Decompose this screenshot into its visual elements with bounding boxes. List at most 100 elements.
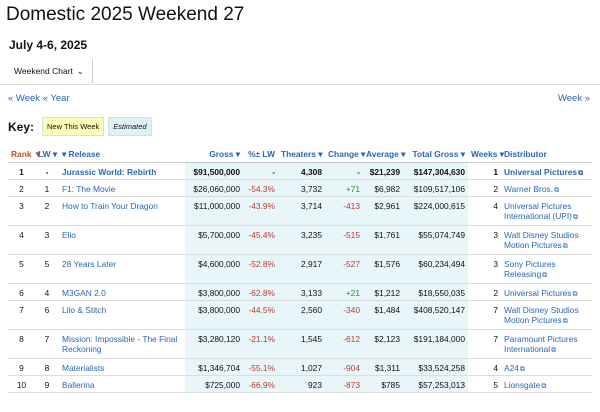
sort-icon: ▾ (460, 148, 465, 159)
release-link[interactable]: 28 Years Later (59, 255, 185, 284)
pct-lw-cell: -52.8% (243, 254, 278, 284)
external-link-icon: ⧉ (541, 383, 547, 390)
lw-cell: 3 (44, 230, 50, 240)
header-release[interactable]: ▾ Release (59, 145, 185, 163)
external-link-icon: ⧉ (551, 347, 557, 354)
distributor-link[interactable]: Warner Bros.⧉ (501, 180, 592, 197)
chevron-down-icon: ⌄ (76, 67, 84, 76)
lw-cell: 7 (44, 334, 50, 344)
table-row: 6 4 M3GAN 2.0 $3,800,000 -62.8% 3,133 +21 $1,21… (8, 283, 592, 301)
key-label: Key: (8, 119, 35, 134)
date-range: July 4-6, 2025 (9, 38, 88, 52)
distributor-link[interactable]: Universal Pictures⧉ (501, 284, 592, 301)
distributor-link[interactable]: Universal Pictures⧉ (501, 163, 592, 180)
release-link[interactable]: M3GAN 2.0 (59, 284, 185, 301)
total-gross-cell: $147,304,630 (403, 162, 468, 180)
pct-lw-cell: -62.8% (243, 283, 278, 301)
weeks-cell: 7 (493, 305, 498, 315)
header-change[interactable]: Change ▾ (325, 145, 366, 163)
distributor-name: Walt Disney Studios (504, 305, 579, 315)
header-total-gross[interactable]: Total Gross ▾ (403, 145, 468, 163)
table-row: 3 2 How to Train Your Dragon $11,000,000 -43… (8, 196, 592, 226)
average-cell: $21,239 (363, 162, 403, 180)
release-link[interactable]: How to Train Your Dragon (59, 197, 185, 226)
total-gross-cell: $60,234,494 (403, 254, 468, 284)
external-link-icon: ⧉ (554, 187, 560, 194)
gross-cell: $4,600,000 (185, 254, 243, 284)
distributor-name-cont: Motion Pictures (504, 315, 562, 325)
prev-year-link[interactable]: « Year (43, 93, 70, 104)
total-gross-cell: $408,520,147 (403, 300, 468, 330)
external-link-icon: ⧉ (578, 170, 584, 177)
table-row: 7 6 Lilo & Stitch $3,800,000 -44.5% 2,560 -340… (8, 300, 592, 330)
average-cell: $2,123 (363, 329, 403, 359)
lw-cell: 5 (44, 259, 50, 269)
distributor-link[interactable]: Walt Disney Studios Motion Pictures⧉ (501, 301, 592, 330)
weeks-cell: 4 (493, 201, 498, 211)
rank-cell: 6 (19, 288, 24, 298)
theaters-cell: 3,732 (278, 179, 325, 197)
header-rank[interactable]: Rank ▼ (8, 145, 42, 163)
weekend-chart-dropdown[interactable]: Weekend Chart ⌄ (3, 59, 93, 83)
table-row: 1- Jurassic World: Rebirth $91,500,000-4,3… (8, 162, 592, 180)
change-cell: +21 (325, 283, 363, 301)
external-link-icon: ⧉ (562, 243, 568, 250)
rank-cell: 9 (19, 363, 24, 373)
rank-cell: 7 (19, 305, 24, 315)
header-theaters[interactable]: Theaters ▾ (278, 145, 325, 163)
release-link[interactable]: F1: The Movie (59, 180, 185, 197)
table-header-row: Rank ▼ LW ▾ ▾ Release Gross ▾ %± LW Thea… (8, 145, 592, 163)
theaters-cell: 1,027 (278, 358, 325, 376)
external-link-icon: ⧉ (519, 366, 525, 373)
release-link[interactable]: Materialists (59, 359, 185, 376)
weekend-chart-label: Weekend Chart (14, 66, 73, 76)
sort-icon: ▾ (52, 148, 58, 159)
box-office-table: Rank ▼ LW ▾ ▾ Release Gross ▾ %± LW Thea… (8, 145, 592, 393)
theaters-cell: 2,560 (278, 300, 325, 330)
change-cell: - (325, 162, 363, 180)
average-cell: $6,982 (363, 179, 403, 197)
distributor-name-cont: International (UPI) (504, 211, 572, 221)
average-cell: $1,484 (363, 300, 403, 330)
lw-cell: 1 (44, 184, 50, 194)
sort-icon: ▾ (361, 148, 366, 159)
average-cell: $1,576 (363, 254, 403, 284)
distributor-link[interactable]: Walt Disney Studios Motion Pictures⧉ (501, 226, 592, 255)
header-distributor[interactable]: Distributor (501, 145, 592, 163)
distributor-name: Universal Pictures (504, 288, 572, 298)
distributor-link[interactable]: A24⧉ (501, 359, 592, 376)
next-week-link[interactable]: Week » (558, 93, 590, 104)
weeks-cell: 3 (493, 230, 498, 240)
release-link[interactable]: Jurassic World: Rebirth (59, 163, 185, 180)
header-lw[interactable]: LW ▾ (35, 145, 59, 163)
header-average[interactable]: Average ▾ (363, 145, 405, 163)
pct-lw-cell: - (243, 162, 278, 180)
release-link[interactable]: Lilo & Stitch (59, 301, 185, 330)
distributor-link[interactable]: Paramount Pictures International⧉ (501, 330, 592, 359)
gross-cell: $5,700,000 (185, 225, 243, 255)
release-link[interactable]: Elio (59, 226, 185, 255)
lw-cell: - (45, 167, 49, 177)
release-link[interactable]: Mission: Impossible - The Final Reckonin… (59, 330, 185, 359)
total-gross-cell: $18,550,035 (403, 283, 468, 301)
release-link[interactable]: Ballerina (59, 376, 185, 393)
prev-week-link[interactable]: « Week (8, 93, 40, 104)
rank-cell: 2 (19, 184, 24, 194)
table-row: 8 7 Mission: Impossible - The Final Reckon… (8, 329, 592, 359)
pct-lw-cell: -45.4% (243, 225, 278, 255)
distributor-link[interactable]: Lionsgate⧉ (501, 376, 592, 393)
header-pct-lw[interactable]: %± LW (243, 145, 278, 163)
distributor-name: Sony Pictures Releasing (504, 259, 556, 279)
distributor-link[interactable]: Sony Pictures Releasing⧉ (501, 255, 592, 284)
distributor-link[interactable]: Universal Pictures International (UPI)⧉ (501, 197, 592, 226)
total-gross-cell: $191,184,000 (403, 329, 468, 359)
new-this-week-badge: New This Week (42, 117, 105, 136)
gross-cell: $91,500,000 (185, 162, 243, 180)
average-cell: $1,212 (363, 283, 403, 301)
header-weeks[interactable]: Weeks ▾ (468, 145, 504, 163)
total-gross-cell: $224,000,615 (403, 196, 468, 226)
key-legend: Key: New This Week Estimated (8, 117, 156, 136)
header-gross[interactable]: Gross ▾ (185, 145, 243, 163)
total-gross-cell: $57,253,013 (403, 375, 468, 393)
average-cell: $1,311 (363, 358, 403, 376)
